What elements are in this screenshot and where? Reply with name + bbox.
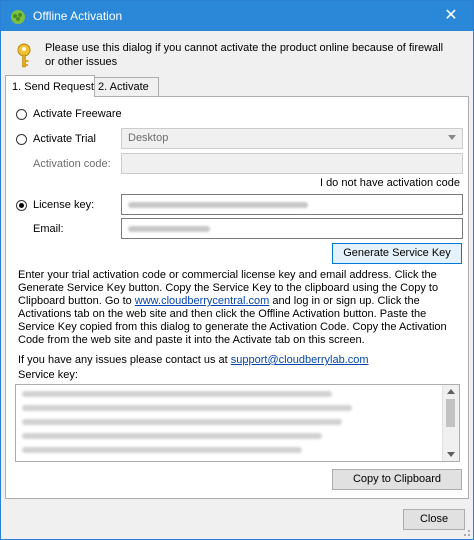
license-key-radio[interactable] (16, 200, 27, 211)
activate-trial-label[interactable]: Activate Trial (33, 133, 96, 145)
service-key-redacted-line (22, 433, 322, 439)
close-button[interactable]: Close (403, 509, 465, 530)
title-bar[interactable]: Offline Activation ✕ (1, 1, 473, 31)
tab-activate[interactable]: 2. Activate (91, 77, 159, 97)
support-email-link[interactable]: support@cloudberrylab.com (231, 354, 369, 366)
copy-to-clipboard-button[interactable]: Copy to Clipboard (332, 469, 462, 490)
license-key-label[interactable]: License key: (33, 199, 94, 211)
support-text: If you have any issues please contact us… (18, 354, 231, 366)
info-message: Please use this dialog if you cannot act… (45, 42, 444, 68)
no-activation-code-link[interactable]: I do not have activation code (320, 177, 460, 189)
activation-code-input[interactable] (121, 153, 463, 174)
license-key-redacted (128, 202, 308, 208)
activate-freeware-label[interactable]: Activate Freeware (33, 108, 122, 120)
chevron-down-icon (448, 135, 456, 140)
activate-freeware-radio[interactable] (16, 109, 27, 120)
email-label: Email: (33, 223, 64, 235)
cloudberry-app-icon (11, 10, 25, 24)
service-key-redacted-line (22, 419, 342, 425)
activate-trial-radio[interactable] (16, 134, 27, 145)
send-request-panel: Activate Freeware Activate Trial Desktop… (5, 96, 469, 499)
service-key-textarea[interactable] (15, 384, 460, 462)
window-close-button[interactable]: ✕ (429, 1, 473, 31)
key-icon (17, 43, 31, 68)
scroll-up-icon[interactable] (447, 389, 455, 394)
offline-activation-window: Offline Activation ✕ Please use this dia… (0, 0, 474, 540)
instructions-text: Enter your trial activation code or comm… (18, 269, 464, 367)
service-key-redacted-line (22, 447, 302, 453)
service-key-redacted-line (22, 391, 332, 397)
service-key-scrollbar[interactable] (442, 385, 459, 461)
window-title: Offline Activation (33, 9, 123, 23)
generate-service-key-button[interactable]: Generate Service Key (332, 243, 462, 264)
license-key-input[interactable] (121, 194, 463, 215)
email-redacted (128, 226, 210, 232)
tab-send-request[interactable]: 1. Send Request (5, 75, 95, 97)
activation-code-label: Activation code: (33, 158, 111, 170)
resize-grip-icon[interactable] (461, 527, 471, 537)
support-line: If you have any issues please contact us… (18, 354, 464, 367)
trial-edition-value: Desktop (128, 132, 169, 144)
service-key-redacted-line (22, 405, 352, 411)
email-input[interactable] (121, 218, 463, 239)
scrollbar-thumb[interactable] (446, 399, 455, 427)
scroll-down-icon[interactable] (447, 452, 455, 457)
cloudberrycentral-link[interactable]: www.cloudberrycentral.com (135, 295, 270, 307)
trial-edition-dropdown[interactable]: Desktop (121, 128, 463, 149)
service-key-label: Service key: (18, 369, 78, 381)
